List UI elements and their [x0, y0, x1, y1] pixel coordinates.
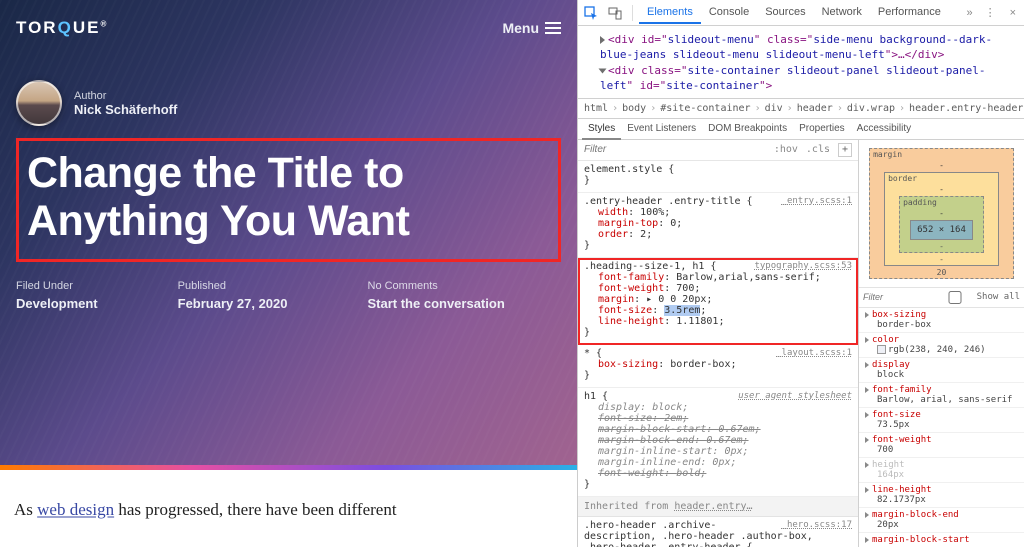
breadcrumb-item[interactable]: html	[584, 103, 608, 114]
devtools-menu-icon[interactable]: ⋮	[981, 6, 1000, 19]
more-tabs-icon[interactable]: »	[962, 7, 976, 19]
menu-button[interactable]: Menu	[502, 20, 561, 36]
published-value: February 27, 2020	[178, 296, 288, 311]
author-label: Author	[74, 90, 177, 102]
breadcrumb-item[interactable]: div	[765, 103, 783, 114]
dom-tree[interactable]: <div id="slideout-menu" class="side-menu…	[578, 26, 1024, 98]
devtools-toolbar: ElementsConsoleSourcesNetworkPerformance…	[578, 0, 1024, 26]
devtools-tab-sources[interactable]: Sources	[757, 2, 813, 23]
devtools-tab-elements[interactable]: Elements	[639, 2, 701, 24]
author-name[interactable]: Nick Schäferhoff	[74, 102, 177, 117]
computed-property[interactable]: margin-block-start	[859, 533, 1024, 547]
avatar[interactable]	[16, 80, 62, 126]
devtools-panel: ElementsConsoleSourcesNetworkPerformance…	[577, 0, 1024, 547]
devtools-close-icon[interactable]: ×	[1004, 7, 1022, 19]
comments-label: No Comments	[368, 280, 505, 292]
computed-property[interactable]: margin-block-end20px	[859, 508, 1024, 533]
published-label: Published	[178, 280, 288, 292]
computed-property[interactable]: displayblock	[859, 358, 1024, 383]
site-logo[interactable]: TORQUE®	[16, 18, 108, 38]
devtools-tab-performance[interactable]: Performance	[870, 2, 949, 23]
styles-pane[interactable]: :hov .cls + element.style {} _entry.scss…	[578, 140, 859, 547]
computed-property[interactable]: font-familyBarlow, arial, sans-serif	[859, 383, 1024, 408]
topbar: TORQUE® Menu	[16, 18, 561, 38]
subtab-properties[interactable]: Properties	[793, 119, 851, 139]
subtab-accessibility[interactable]: Accessibility	[851, 119, 917, 139]
web-design-link[interactable]: web design	[37, 500, 114, 519]
computed-property[interactable]: font-weight700	[859, 433, 1024, 458]
styles-subtabs: StylesEvent ListenersDOM BreakpointsProp…	[578, 119, 1024, 140]
subtab-event-listeners[interactable]: Event Listeners	[621, 119, 702, 139]
computed-property[interactable]: box-sizingborder-box	[859, 308, 1024, 333]
new-style-rule-button[interactable]: +	[838, 143, 852, 157]
breadcrumb-item[interactable]: div.wrap	[847, 103, 895, 114]
hamburger-icon	[545, 22, 561, 34]
breadcrumb[interactable]: html›body›#site-container›div›header›div…	[578, 98, 1024, 119]
breadcrumb-item[interactable]: header.entry-header	[909, 103, 1023, 114]
breadcrumb-item[interactable]: #site-container	[660, 103, 750, 114]
cls-toggle[interactable]: .cls	[802, 144, 834, 155]
computed-property[interactable]: line-height82.1737px	[859, 483, 1024, 508]
subtab-styles[interactable]: Styles	[582, 119, 621, 140]
title-highlight-box: Change the Title to Anything You Want	[16, 138, 561, 262]
computed-pane[interactable]: margin - border - padding - 652 × 164 - …	[859, 140, 1024, 547]
inspect-icon[interactable]	[580, 4, 602, 22]
filed-under-value[interactable]: Development	[16, 296, 98, 311]
author-row: Author Nick Schäferhoff	[16, 80, 561, 126]
breadcrumb-item[interactable]: body	[622, 103, 646, 114]
hov-toggle[interactable]: :hov	[770, 144, 802, 155]
styles-filter-input[interactable]	[584, 144, 770, 155]
highlighted-rule[interactable]: typography.scss:53 .heading--size-1, h1 …	[578, 258, 858, 345]
subtab-dom-breakpoints[interactable]: DOM Breakpoints	[702, 119, 793, 139]
hero-header: TORQUE® Menu Author Nick Schäferhoff Cha…	[0, 0, 577, 465]
devtools-tab-console[interactable]: Console	[701, 2, 757, 23]
devtools-tab-network[interactable]: Network	[814, 2, 870, 23]
computed-property[interactable]: colorrgb(238, 240, 246)	[859, 333, 1024, 358]
filed-under-label: Filed Under	[16, 280, 98, 292]
computed-filter-input[interactable]	[863, 292, 935, 302]
article-body: As web design has progressed, there have…	[0, 470, 577, 520]
box-model[interactable]: margin - border - padding - 652 × 164 - …	[859, 140, 1024, 287]
computed-property[interactable]: height164px	[859, 458, 1024, 483]
menu-label: Menu	[502, 20, 539, 36]
page-title: Change the Title to Anything You Want	[27, 149, 550, 245]
comments-cta[interactable]: Start the conversation	[368, 296, 505, 311]
device-toggle-icon[interactable]	[604, 4, 626, 22]
show-all-toggle[interactable]: Show all	[935, 291, 1020, 304]
computed-property[interactable]: font-size73.5px	[859, 408, 1024, 433]
breadcrumb-item[interactable]: header	[797, 103, 833, 114]
